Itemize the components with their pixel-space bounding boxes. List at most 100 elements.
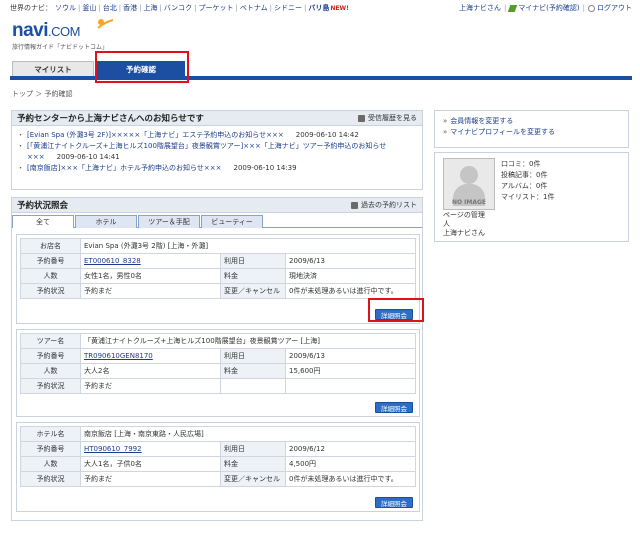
cancel-status: 0件が未処理あるいは進行中です。 xyxy=(285,471,416,487)
city-link-taipei[interactable]: 台北 xyxy=(103,3,117,13)
field-label: 予約状況 xyxy=(20,471,81,487)
detail-button[interactable]: 詳細照会 xyxy=(375,402,413,413)
tour-name: 「黄浦江ナイトクルーズ+上海ヒルズ100階展望台」夜景観賞ツアー [上海] xyxy=(80,333,416,349)
avatar: NO IMAGE xyxy=(443,158,495,210)
reservation-state: 予約まだ xyxy=(80,471,221,487)
city-link-hongkong[interactable]: 香港 xyxy=(123,3,137,13)
city-link-shanghai[interactable]: 上海 xyxy=(143,3,157,13)
city-link-phuket[interactable]: プーケット xyxy=(199,3,234,13)
logo-tagline: 旅行情報ガイド「ナビドットコム」 xyxy=(12,44,109,51)
manager-label-line1: ページの管理 xyxy=(443,211,485,219)
city-link-busan[interactable]: 釜山 xyxy=(82,3,96,13)
stat-mylist: マイリスト：1件 xyxy=(501,193,555,201)
field-label: 利用日 xyxy=(220,348,286,364)
field-label: 利用日 xyxy=(220,253,286,269)
field-label: ホテル名 xyxy=(20,426,81,442)
booking-table: お店名 Evian Spa (外灘3号 2階) [上海・外灘] 予約番号 ET0… xyxy=(20,238,416,299)
notice-item[interactable]: ・ [南京飯店]×××「上海ナビ」ホテル予約申込のお知らせ××× 2009-06-1… xyxy=(17,163,417,174)
reservation-number-link[interactable]: ET000610_8328 xyxy=(84,257,141,265)
pencil-icon xyxy=(508,4,518,12)
stat-reviews: 口コミ：0件 xyxy=(501,160,541,168)
world-navi-label: 世界のナビ： xyxy=(10,4,52,12)
filter-tab-beauty[interactable]: ビューティー xyxy=(201,215,263,228)
world-navi-links: 世界のナビ： ソウル | 釜山 | 台北 | 香港 | 上海 | バンコク | プーケット |… xyxy=(10,3,349,13)
notice-date: 2009-06-10 14:39 xyxy=(233,164,297,172)
account-links-box: » 会員情報を変更する » マイナビプロフィールを変更する xyxy=(434,110,629,148)
highlight-box-tab xyxy=(95,51,189,83)
past-reservations-link[interactable]: 過去の予約リスト xyxy=(351,200,417,210)
use-date: 2009/6/12 xyxy=(285,441,416,457)
logo-domain: .COM xyxy=(48,24,80,39)
list-icon xyxy=(351,201,358,209)
field-label: 予約状況 xyxy=(20,283,81,299)
mail-icon xyxy=(358,114,365,122)
shop-name: Evian Spa (外灘3号 2階) [上海・外灘] xyxy=(80,238,416,254)
profile-box: NO IMAGE 口コミ：0件 投稿記事：0件 アルバム：0件 マイリスト：1件… xyxy=(434,152,629,242)
user-name-link[interactable]: 上海ナビさん xyxy=(459,3,501,13)
stat-posts: 投稿記事：0件 xyxy=(501,171,548,179)
booking-card-spa: お店名 Evian Spa (外灘3号 2階) [上海・外灘] 予約番号 ET0… xyxy=(16,234,420,324)
notice-date: 2009-06-10 14:41 xyxy=(56,153,120,161)
breadcrumb: トップ ＞ 予約確認 xyxy=(12,90,73,98)
notice-item[interactable]: ・ [Evian Spa (外灘3号 2F)]×××××「上海ナビ」エステ予約申込… xyxy=(17,130,417,141)
history-link[interactable]: 受信履歴を見る xyxy=(358,113,417,123)
manager-label-line2: 人 xyxy=(443,220,450,228)
edit-member-link[interactable]: » 会員情報を変更する xyxy=(443,116,620,127)
hotel-name: 南京飯店 [上海・南京東路・人民広場] xyxy=(80,426,416,442)
logout-link[interactable]: ログアウト xyxy=(597,3,632,13)
booking-table: ツアー名 「黄浦江ナイトクルーズ+上海ヒルズ100階展望台」夜景観賞ツアー [上… xyxy=(20,333,416,394)
reservation-number-link[interactable]: HT090610_7992 xyxy=(84,445,142,453)
field-label: 利用日 xyxy=(220,441,286,457)
notice-list: ・ [Evian Spa (外灘3号 2F)]×××××「上海ナビ」エステ予約申込… xyxy=(12,126,422,178)
profile-stats: 口コミ：0件 投稿記事：0件 アルバム：0件 マイリスト：1件 xyxy=(501,159,554,203)
field-label: 予約番号 xyxy=(20,348,81,364)
field-label: 予約番号 xyxy=(20,441,81,457)
stat-albums: アルバム：0件 xyxy=(501,182,548,190)
city-link-vietnam[interactable]: ベトナム xyxy=(240,3,268,13)
notice-link[interactable]: [Evian Spa (外灘3号 2F)]×××××「上海ナビ」エステ予約申込の… xyxy=(27,131,284,139)
use-date: 2009/6/13 xyxy=(285,253,416,269)
reservation-number-link[interactable]: TR090610GEN8170 xyxy=(84,352,153,360)
city-link-sydney[interactable]: シドニー xyxy=(274,3,302,13)
field-label: 予約番号 xyxy=(20,253,81,269)
tab-mylist[interactable]: マイリスト xyxy=(12,61,94,76)
city-link-seoul[interactable]: ソウル xyxy=(55,3,76,13)
detail-button[interactable]: 詳細照会 xyxy=(375,497,413,508)
field-label: 予約状況 xyxy=(20,378,81,394)
logout-icon xyxy=(588,4,595,12)
filter-tabs: 全て ホテル ツアー＆手配 ビューティー xyxy=(12,215,422,228)
filter-tab-hotel[interactable]: ホテル xyxy=(75,215,137,228)
filter-tab-tour[interactable]: ツアー＆手配 xyxy=(138,215,200,228)
field-label: 変更／キャンセル xyxy=(220,471,286,487)
field-label: 料金 xyxy=(220,268,286,284)
field-label: 人数 xyxy=(20,363,81,379)
city-link-bangkok[interactable]: バンコク xyxy=(164,3,192,13)
manager-name: 上海ナビさん xyxy=(443,229,485,237)
top-bar: 世界のナビ： ソウル | 釜山 | 台北 | 香港 | 上海 | バンコク | プーケット |… xyxy=(10,2,632,14)
cancel-status: 0件が未処理あるいは進行中です。 xyxy=(285,283,416,299)
field-label: 料金 xyxy=(220,363,286,379)
notice-link[interactable]: [南京飯店]×××「上海ナビ」ホテル予約申込のお知らせ××× xyxy=(27,164,222,172)
mynavi-link[interactable]: マイナビ(予約確認) xyxy=(518,3,579,13)
city-link-bali[interactable]: バリ島 xyxy=(308,3,329,13)
use-date: 2009/6/13 xyxy=(285,348,416,364)
notice-item[interactable]: ・ [「黄浦江ナイトクルーズ+上海ヒルズ100階展望台」夜景観賞ツアー]×××「上… xyxy=(17,141,417,163)
empty-cell xyxy=(220,378,286,394)
fee: 現地決済 xyxy=(285,268,416,284)
reservation-status-panel: 予約状況照会 過去の予約リスト 全て ホテル ツアー＆手配 ビューティー お店名… xyxy=(11,197,423,521)
user-links: 上海ナビさん | マイナビ(予約確認) | ログアウト xyxy=(458,3,632,13)
notice-title: 予約センターから上海ナビさんへのお知らせです xyxy=(17,114,204,124)
notice-header: 予約センターから上海ナビさんへのお知らせです 受信履歴を見る xyxy=(12,111,422,126)
highlight-box-detail xyxy=(368,298,424,322)
people-count: 大人1名，子供0名 xyxy=(80,456,221,472)
site-logo[interactable]: navi.COM 旅行情報ガイド「ナビドットコム」 xyxy=(12,19,114,51)
reservation-state: 予約まだ xyxy=(80,283,221,299)
notice-panel: 予約センターから上海ナビさんへのお知らせです 受信履歴を見る ・ [Evian S… xyxy=(11,110,423,190)
edit-profile-link[interactable]: » マイナビプロフィールを変更する xyxy=(443,127,620,138)
field-label: お店名 xyxy=(20,238,81,254)
new-badge: NEW! xyxy=(330,4,349,12)
logo-name: navi xyxy=(12,20,49,41)
booking-card-tour: ツアー名 「黄浦江ナイトクルーズ+上海ヒルズ100階展望台」夜景観賞ツアー [上… xyxy=(16,329,420,417)
logo-swoosh-icon xyxy=(97,19,114,29)
filter-tab-all[interactable]: 全て xyxy=(12,215,74,228)
